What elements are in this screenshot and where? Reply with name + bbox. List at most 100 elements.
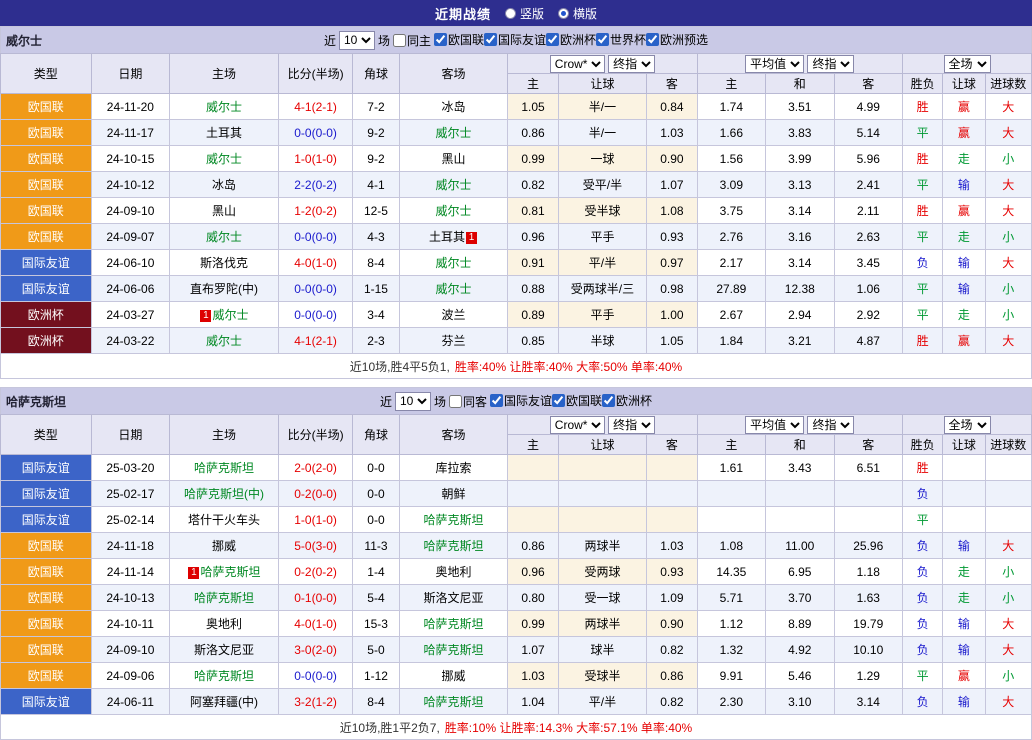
score-cell[interactable]: 5-0(3-0) [278, 533, 353, 559]
league-filter-checkbox[interactable] [596, 33, 609, 46]
score-cell[interactable]: 1-0(1-0) [278, 507, 353, 533]
league-filter-checkbox[interactable] [546, 33, 559, 46]
euro-home-odds-cell [697, 481, 765, 507]
home-team-cell[interactable]: 哈萨克斯坦 [170, 663, 279, 689]
scope-select[interactable]: 全场 [944, 55, 991, 73]
home-team-cell[interactable]: 哈萨克斯坦 [170, 585, 279, 611]
away-team-cell[interactable]: 奥地利 [399, 559, 508, 585]
away-team-cell[interactable]: 朝鲜 [399, 481, 508, 507]
league-filter[interactable]: 欧国联 [552, 392, 602, 409]
league-filter-checkbox[interactable] [484, 33, 497, 46]
home-team-cell[interactable]: 斯洛伐克 [170, 250, 279, 276]
score-cell[interactable]: 4-0(1-0) [278, 611, 353, 637]
euro-time-select[interactable]: 终指 [807, 55, 854, 73]
league-filter[interactable]: 欧国联 [434, 31, 484, 48]
euro-time-select[interactable]: 终指 [807, 416, 854, 434]
score-cell[interactable]: 0-0(0-0) [278, 663, 353, 689]
away-team-cell[interactable]: 芬兰 [399, 328, 508, 354]
away-team-cell[interactable]: 哈萨克斯坦 [399, 507, 508, 533]
home-team-cell[interactable]: 塔什干火车头 [170, 507, 279, 533]
league-filter-checkbox[interactable] [434, 33, 447, 46]
league-filter[interactable]: 欧洲预选 [646, 31, 708, 48]
same-side-checkbox[interactable] [449, 395, 462, 408]
home-team-cell[interactable]: 哈萨克斯坦 [170, 455, 279, 481]
score-cell[interactable]: 0-2(0-2) [278, 559, 353, 585]
home-team-cell[interactable]: 斯洛文尼亚 [170, 637, 279, 663]
near-count-select[interactable]: 10 [339, 31, 375, 50]
league-filter-checkbox[interactable] [602, 394, 615, 407]
league-filter-checkbox[interactable] [646, 33, 659, 46]
score-cell[interactable]: 0-0(0-0) [278, 224, 353, 250]
score-cell[interactable]: 2-2(0-2) [278, 172, 353, 198]
asian-away-odds-cell: 0.86 [647, 663, 697, 689]
league-filter[interactable]: 欧洲杯 [602, 392, 652, 409]
score-cell[interactable]: 1-2(0-2) [278, 198, 353, 224]
score-cell[interactable]: 3-2(1-2) [278, 689, 353, 715]
home-team-cell[interactable]: 土耳其 [170, 120, 279, 146]
away-team-cell[interactable]: 冰岛 [399, 94, 508, 120]
scope-select[interactable]: 全场 [944, 416, 991, 434]
home-team-cell[interactable]: 威尔士 [170, 328, 279, 354]
away-team-cell[interactable]: 哈萨克斯坦 [399, 533, 508, 559]
near-count-select[interactable]: 10 [395, 392, 431, 411]
away-team-cell[interactable]: 哈萨克斯坦 [399, 637, 508, 663]
away-team-cell[interactable]: 库拉索 [399, 455, 508, 481]
league-filter[interactable]: 国际友谊 [490, 392, 552, 409]
home-team-cell[interactable]: 黑山 [170, 198, 279, 224]
league-filter[interactable]: 国际友谊 [484, 31, 546, 48]
home-team-cell[interactable]: 直布罗陀(中) [170, 276, 279, 302]
league-filter[interactable]: 欧洲杯 [546, 31, 596, 48]
same-side-filter[interactable]: 同客 [449, 393, 487, 410]
layout-radio[interactable]: 竖版 [505, 5, 544, 22]
league-type-cell: 欧国联 [1, 637, 92, 663]
home-team-cell[interactable]: 威尔士 [170, 94, 279, 120]
home-team-cell[interactable]: 1威尔士 [170, 302, 279, 328]
home-team-cell[interactable]: 冰岛 [170, 172, 279, 198]
home-team-cell[interactable]: 1哈萨克斯坦 [170, 559, 279, 585]
away-team-cell[interactable]: 波兰 [399, 302, 508, 328]
away-team-cell[interactable]: 威尔士 [399, 276, 508, 302]
away-team-cell[interactable]: 挪威 [399, 663, 508, 689]
home-team-cell[interactable]: 威尔士 [170, 146, 279, 172]
score-cell[interactable]: 4-1(2-1) [278, 328, 353, 354]
away-team-cell[interactable]: 黑山 [399, 146, 508, 172]
score-cell[interactable]: 3-0(2-0) [278, 637, 353, 663]
score-cell[interactable]: 0-2(0-0) [278, 481, 353, 507]
th-asian-away: 客 [647, 435, 697, 455]
league-filter-checkbox[interactable] [490, 394, 503, 407]
away-team-cell[interactable]: 斯洛文尼亚 [399, 585, 508, 611]
away-team-cell[interactable]: 威尔士 [399, 250, 508, 276]
euro-source-select[interactable]: 平均值 [745, 416, 804, 434]
score-cell[interactable]: 0-1(0-0) [278, 585, 353, 611]
league-filter[interactable]: 世界杯 [596, 31, 646, 48]
score-cell[interactable]: 4-0(1-0) [278, 250, 353, 276]
score-cell[interactable]: 1-0(1-0) [278, 146, 353, 172]
asian-time-select[interactable]: 终指 [608, 55, 655, 73]
home-team-cell[interactable]: 哈萨克斯坦(中) [170, 481, 279, 507]
score-cell[interactable]: 0-0(0-0) [278, 120, 353, 146]
asian-time-select[interactable]: 终指 [608, 416, 655, 434]
home-team-cell[interactable]: 威尔士 [170, 224, 279, 250]
score-cell[interactable]: 2-0(2-0) [278, 455, 353, 481]
away-team-cell[interactable]: 土耳其1 [399, 224, 508, 250]
same-side-checkbox[interactable] [393, 34, 406, 47]
away-team-cell[interactable]: 哈萨克斯坦 [399, 689, 508, 715]
away-team-cell[interactable]: 威尔士 [399, 198, 508, 224]
league-filter-checkbox[interactable] [552, 394, 565, 407]
score-cell[interactable]: 4-1(2-1) [278, 94, 353, 120]
away-team-cell[interactable]: 威尔士 [399, 120, 508, 146]
away-team-cell[interactable]: 威尔士 [399, 172, 508, 198]
away-team-cell[interactable]: 哈萨克斯坦 [399, 611, 508, 637]
home-team-cell[interactable]: 挪威 [170, 533, 279, 559]
same-side-filter[interactable]: 同主 [393, 32, 431, 49]
score-cell[interactable]: 0-0(0-0) [278, 276, 353, 302]
home-team-cell[interactable]: 奥地利 [170, 611, 279, 637]
asian-handicap-cell: 受球半 [558, 663, 647, 689]
th-corner: 角球 [353, 54, 399, 94]
euro-source-select[interactable]: 平均值 [745, 55, 804, 73]
bookmaker-select[interactable]: Crow* [550, 416, 605, 434]
score-cell[interactable]: 0-0(0-0) [278, 302, 353, 328]
layout-radio[interactable]: 横版 [558, 5, 597, 22]
bookmaker-select[interactable]: Crow* [550, 55, 605, 73]
home-team-cell[interactable]: 阿塞拜疆(中) [170, 689, 279, 715]
